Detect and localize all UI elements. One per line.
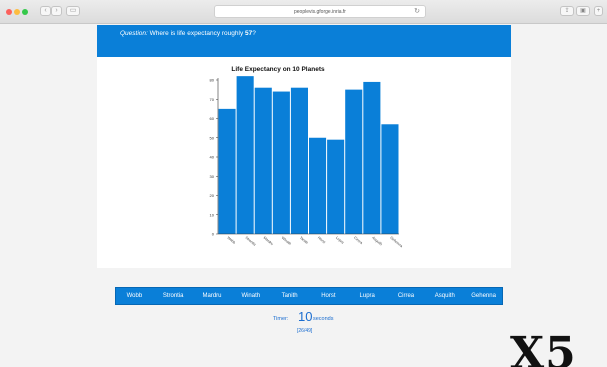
bar-gehenna bbox=[381, 124, 399, 234]
answer-button-asquith[interactable]: Asquith bbox=[425, 287, 464, 305]
answer-button-mardru[interactable]: Mardru bbox=[193, 287, 232, 305]
question-label: Question: bbox=[120, 30, 148, 37]
bar-lupra bbox=[327, 139, 345, 234]
answer-button-strontia[interactable]: Strontia bbox=[154, 287, 193, 305]
watermark-text: X5 bbox=[510, 328, 577, 367]
new-tab-icon[interactable]: + bbox=[594, 6, 603, 16]
reload-icon[interactable]: ↻ bbox=[414, 6, 420, 18]
y-axis: 0 10 20 30 40 50 60 70 80 bbox=[210, 78, 219, 237]
y-tick-label: 10 bbox=[210, 212, 215, 217]
x-tick-label: Horst bbox=[317, 236, 326, 245]
x-tick-label: Asquith bbox=[371, 236, 383, 247]
tabs-icon[interactable]: ▣ bbox=[576, 6, 590, 16]
x-tick-label: Strontia bbox=[245, 236, 257, 247]
x-tick-label: Tanith bbox=[299, 236, 309, 245]
timer-unit: seconds bbox=[313, 316, 334, 322]
share-icon[interactable]: ⇪ bbox=[560, 6, 574, 16]
close-window-button[interactable] bbox=[6, 9, 12, 15]
x-tick-label: Gehenna bbox=[389, 236, 403, 249]
answer-button-lupra[interactable]: Lupra bbox=[348, 287, 387, 305]
y-tick-label: 50 bbox=[210, 135, 215, 140]
chart-panel: Life Expectancy on 10 Planets 0 10 20 30 40 5… bbox=[97, 57, 511, 268]
y-tick-label: 0 bbox=[212, 232, 215, 237]
x-tick-label: Wobb bbox=[226, 236, 236, 245]
url-text: peoplevis.gforge.inria.fr bbox=[294, 9, 346, 15]
x-tick-label: Cirrea bbox=[353, 236, 363, 245]
bar-winath bbox=[272, 91, 290, 234]
y-tick-label: 40 bbox=[210, 155, 215, 160]
chart-title: Life Expectancy on 10 Planets bbox=[231, 66, 325, 73]
answer-button-wobb[interactable]: Wobb bbox=[115, 287, 154, 305]
bar-horst bbox=[309, 137, 327, 234]
timer: Timer: 10 seconds bbox=[265, 309, 355, 325]
forward-arrow-icon[interactable]: › bbox=[51, 6, 62, 16]
answer-button-tanith[interactable]: Tanith bbox=[270, 287, 309, 305]
bar-wobb bbox=[218, 108, 236, 234]
answer-button-horst[interactable]: Horst bbox=[309, 287, 348, 305]
bars-group bbox=[218, 76, 399, 235]
y-tick-label: 80 bbox=[210, 78, 215, 83]
browser-titlebar: ‹ › ▭ peoplevis.gforge.inria.fr ↻ ⇪ ▣ + bbox=[0, 0, 607, 24]
bar-cirrea bbox=[345, 89, 363, 234]
progress-counter: [26/49] bbox=[297, 328, 313, 334]
question-text: Question: Where is life expectancy rough… bbox=[120, 30, 256, 37]
y-tick-label: 60 bbox=[210, 116, 215, 121]
address-bar[interactable]: peoplevis.gforge.inria.fr ↻ bbox=[214, 5, 426, 18]
bar-mardru bbox=[254, 87, 272, 234]
answer-button-winath[interactable]: Winath bbox=[231, 287, 270, 305]
timer-label: Timer: bbox=[273, 316, 289, 322]
minimize-window-button[interactable] bbox=[14, 9, 20, 15]
sidebar-icon[interactable]: ▭ bbox=[66, 6, 80, 16]
x-tick-label: Lupra bbox=[335, 236, 345, 245]
x-tick-label: Winath bbox=[281, 236, 292, 246]
bar-asquith bbox=[363, 81, 381, 234]
y-tick-label: 70 bbox=[210, 97, 215, 102]
back-arrow-icon[interactable]: ‹ bbox=[40, 6, 51, 16]
bar-chart: Life Expectancy on 10 Planets 0 10 20 30 40 5… bbox=[210, 66, 404, 249]
zoom-window-button[interactable] bbox=[22, 9, 28, 15]
x-tick-label: Mardru bbox=[263, 236, 274, 246]
x-axis: Wobb Strontia Mardru Winath Tanith Horst Lupra… bbox=[218, 233, 403, 249]
bar-strontia bbox=[236, 76, 254, 235]
answer-button-cirrea[interactable]: Cirrea bbox=[387, 287, 426, 305]
y-tick-label: 30 bbox=[210, 174, 215, 179]
question-body: Where is life expectancy roughly bbox=[149, 30, 244, 37]
question-suffix: ? bbox=[252, 30, 256, 37]
timer-value: 10 bbox=[298, 309, 313, 324]
y-tick-label: 20 bbox=[210, 193, 215, 198]
answer-button-gehenna[interactable]: Gehenna bbox=[464, 287, 503, 305]
bar-tanith bbox=[290, 87, 308, 234]
